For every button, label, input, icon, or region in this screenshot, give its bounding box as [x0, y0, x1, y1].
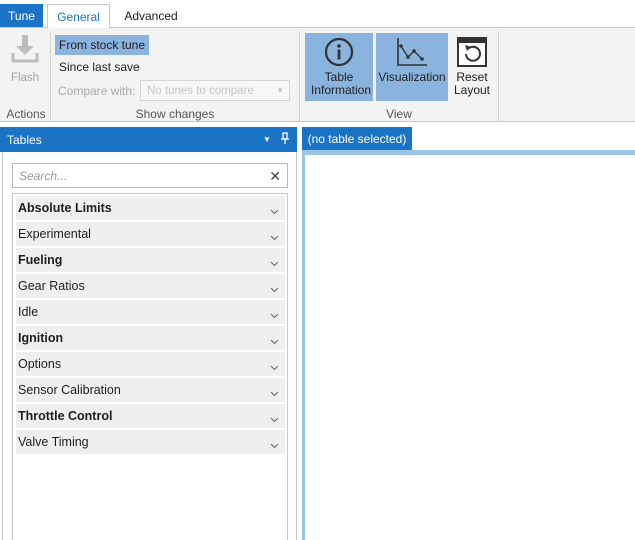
list-item-valve-timing[interactable]: Valve Timing	[16, 430, 285, 454]
group-label-view: View	[386, 107, 412, 121]
list-item-options[interactable]: Options	[16, 352, 285, 376]
tables-panel-header: Tables ▼	[0, 127, 297, 152]
list-item-label: Idle	[18, 305, 39, 319]
panel-menu-icon[interactable]: ▼	[263, 135, 271, 144]
chevron-down-icon	[270, 230, 279, 244]
list-item-label: Valve Timing	[18, 435, 89, 449]
compare-with-value: No tunes to compare	[147, 84, 254, 97]
reset-layout-label: Reset Layout	[453, 70, 491, 97]
tables-list: Absolute Limits Experimental Fueling Gea…	[12, 193, 288, 540]
search-placeholder: Search...	[19, 168, 68, 183]
chevron-down-icon	[270, 438, 279, 452]
table-information-button[interactable]: Table Information	[305, 33, 373, 101]
from-stock-tune-option[interactable]: From stock tune	[55, 35, 150, 55]
list-item-gear-ratios[interactable]: Gear Ratios	[16, 274, 285, 298]
compare-with-select[interactable]: No tunes to compare ▼	[140, 80, 290, 101]
table-view-area	[302, 155, 635, 540]
list-item-label: Sensor Calibration	[18, 383, 121, 397]
list-item-label: Absolute Limits	[18, 201, 112, 215]
pin-icon[interactable]	[280, 132, 290, 147]
chevron-down-icon	[270, 412, 279, 426]
chevron-down-icon	[270, 334, 279, 348]
tab-advanced[interactable]: Advanced	[114, 4, 188, 28]
list-item-label: Fueling	[18, 253, 63, 267]
group-divider	[498, 31, 499, 121]
ribbon-tab-bar: Tune General Advanced	[0, 0, 635, 28]
visualization-button[interactable]: Visualization	[376, 33, 448, 101]
chevron-down-icon	[270, 386, 279, 400]
table-information-label: Table Information	[311, 70, 372, 97]
list-item-label: Ignition	[18, 331, 64, 345]
ribbon: Flash Actions From stock tune Since last…	[0, 27, 635, 122]
info-icon	[323, 36, 355, 68]
list-item-idle[interactable]: Idle	[16, 300, 285, 324]
tab-general[interactable]: General	[47, 4, 110, 28]
compare-with-label: Compare with:	[58, 84, 136, 98]
chevron-down-icon	[270, 308, 279, 322]
list-item-label: Options	[18, 357, 62, 371]
table-view-tab[interactable]: (no table selected)	[302, 127, 412, 150]
chevron-down-icon	[270, 360, 279, 374]
chevron-down-icon	[270, 204, 279, 218]
group-label-show-changes: Show changes	[135, 107, 215, 121]
list-item-fueling[interactable]: Fueling	[16, 248, 285, 272]
chevron-down-icon	[270, 282, 279, 296]
group-label-actions: Actions	[6, 107, 46, 121]
tab-tune[interactable]: Tune	[0, 4, 43, 28]
visualization-label: Visualization	[378, 70, 446, 84]
list-item-sensor-calibration[interactable]: Sensor Calibration	[16, 378, 285, 402]
reset-window-icon	[456, 36, 488, 68]
list-item-label: Gear Ratios	[18, 279, 85, 293]
list-item-ignition[interactable]: Ignition	[16, 326, 285, 350]
group-divider	[50, 31, 51, 121]
search-input[interactable]: Search... ✕	[12, 163, 288, 188]
reset-layout-button[interactable]: Reset Layout	[451, 33, 493, 101]
download-icon	[9, 33, 41, 68]
since-last-save-option[interactable]: Since last save	[55, 57, 144, 77]
close-icon[interactable]: ✕	[269, 168, 281, 185]
list-item-throttle-control[interactable]: Throttle Control	[16, 404, 285, 428]
chevron-down-icon	[270, 256, 279, 270]
chevron-down-icon: ▼	[276, 86, 284, 95]
flash-button[interactable]: Flash	[6, 33, 44, 84]
tables-panel-title: Tables	[7, 132, 42, 147]
list-item-label: Experimental	[18, 227, 91, 241]
list-item-absolute-limits[interactable]: Absolute Limits	[16, 196, 285, 220]
list-item-label: Throttle Control	[18, 409, 113, 423]
chart-icon	[395, 36, 429, 68]
flash-label: Flash	[10, 72, 40, 84]
list-item-experimental[interactable]: Experimental	[16, 222, 285, 246]
